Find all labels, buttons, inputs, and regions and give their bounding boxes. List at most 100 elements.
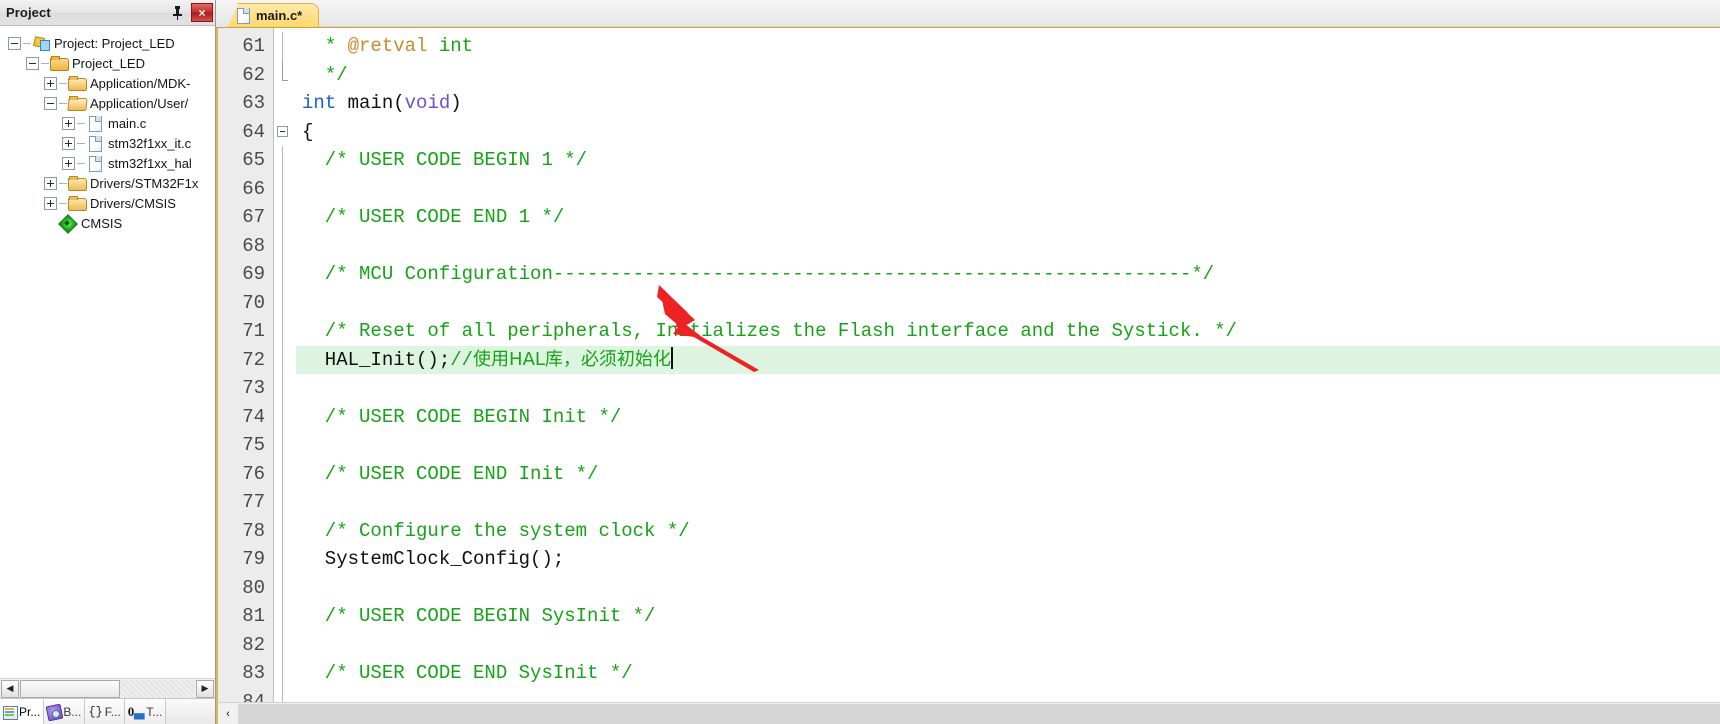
code-line[interactable]: SystemClock_Config(); bbox=[296, 545, 1720, 574]
line-number: 64 bbox=[242, 120, 265, 143]
scroll-track[interactable] bbox=[20, 679, 195, 698]
code-line[interactable]: /* Reset of all peripherals, Initializes… bbox=[296, 317, 1720, 346]
line-number: 77 bbox=[242, 491, 265, 513]
code-line[interactable]: { bbox=[296, 118, 1720, 147]
fold-guide-line bbox=[282, 687, 283, 702]
scroll-left-arrow-icon[interactable]: ◀ bbox=[1, 679, 19, 698]
code-token: /* USER CODE BEGIN 1 */ bbox=[302, 149, 588, 171]
fold-guide-line bbox=[282, 374, 283, 403]
tree-item-project-led[interactable]: Project_LED bbox=[0, 53, 215, 73]
project-tree-hscrollbar[interactable]: ◀ ▶ bbox=[0, 678, 215, 698]
expand-icon[interactable] bbox=[62, 156, 75, 170]
pane-tab-f[interactable]: {} F... bbox=[85, 699, 125, 724]
code-line[interactable]: * @retval int bbox=[296, 32, 1720, 61]
tree-item-project-project-led[interactable]: Project: Project_LED bbox=[0, 33, 215, 53]
code-line[interactable] bbox=[296, 175, 1720, 204]
fold-marker bbox=[274, 431, 296, 460]
scroll-right-arrow-icon[interactable]: ▶ bbox=[196, 679, 214, 698]
pane-tab-b[interactable]: B... bbox=[44, 699, 86, 724]
expand-icon[interactable] bbox=[44, 196, 57, 210]
tree-item-drivers-stm32f1x[interactable]: Drivers/STM32F1x bbox=[0, 173, 215, 193]
fold-guide-line bbox=[282, 573, 283, 602]
collapse-icon[interactable] bbox=[26, 56, 39, 70]
code-line[interactable] bbox=[296, 488, 1720, 517]
fold-guide-line bbox=[282, 516, 283, 545]
fold-marker bbox=[274, 288, 296, 317]
collapse-icon[interactable] bbox=[44, 96, 57, 110]
code-folding-column[interactable] bbox=[274, 28, 296, 702]
code-line[interactable]: int main(void) bbox=[296, 89, 1720, 118]
fold-marker bbox=[274, 659, 296, 688]
code-line[interactable] bbox=[296, 289, 1720, 318]
scroll-thumb[interactable] bbox=[20, 679, 120, 698]
fold-marker bbox=[274, 573, 296, 602]
pane-tab-t[interactable]: 0▃ T... bbox=[124, 699, 167, 724]
tree-item-main-c[interactable]: main.c bbox=[0, 113, 215, 133]
line-number: 67 bbox=[242, 206, 265, 228]
editor-scroll-left-icon[interactable]: ‹ bbox=[218, 703, 238, 724]
code-line-highlighted[interactable]: HAL_Init();//使用HAL库，必须初始化 bbox=[296, 345, 1720, 374]
fold-marker bbox=[274, 203, 296, 232]
project-icon bbox=[32, 36, 50, 51]
fold-marker bbox=[274, 345, 296, 374]
tree-guide-line bbox=[77, 122, 85, 124]
fold-marker bbox=[274, 146, 296, 175]
books-icon bbox=[47, 705, 61, 719]
tree-guide-line bbox=[41, 62, 49, 64]
fold-guide-line bbox=[282, 402, 283, 431]
code-line[interactable]: /* USER CODE BEGIN SysInit */ bbox=[296, 602, 1720, 631]
line-number-gutter: 61 62 63 64 65 66 67 68 69 70 71 72 73 74 75 76 77 78 79 80… bbox=[218, 28, 274, 702]
code-line[interactable] bbox=[296, 374, 1720, 403]
tree-item-application-mdk[interactable]: Application/MDK- bbox=[0, 73, 215, 93]
fold-guide-line bbox=[282, 231, 283, 260]
tree-item-application-user[interactable]: Application/User/ bbox=[0, 93, 215, 113]
line-number: 69 bbox=[242, 263, 265, 285]
code-line[interactable]: /* Configure the system clock */ bbox=[296, 517, 1720, 546]
fold-marker[interactable] bbox=[274, 118, 296, 147]
code-line[interactable] bbox=[296, 232, 1720, 261]
tree-item-cmsis[interactable]: CMSIS bbox=[0, 213, 215, 233]
code-token: 使用HAL库，必须初始化 bbox=[473, 348, 671, 370]
document-tabbar[interactable]: main.c* bbox=[216, 0, 1720, 28]
tree-item-stm32f1xx-hal[interactable]: stm32f1xx_hal bbox=[0, 153, 215, 173]
pin-icon[interactable] bbox=[167, 3, 187, 23]
code-text-area[interactable]: * @retval int */int main(void){ /* USER … bbox=[296, 28, 1720, 702]
code-line[interactable] bbox=[296, 574, 1720, 603]
project-tree[interactable]: Project: Project_LED Project_LED Applicati… bbox=[0, 26, 215, 678]
tree-item-label: Project_LED bbox=[72, 55, 145, 71]
code-line[interactable]: /* USER CODE BEGIN Init */ bbox=[296, 403, 1720, 432]
code-line[interactable] bbox=[296, 631, 1720, 660]
code-token: /* USER CODE BEGIN SysInit */ bbox=[302, 605, 656, 627]
expand-icon[interactable] bbox=[44, 76, 57, 90]
code-line[interactable]: /* MCU Configuration--------------------… bbox=[296, 260, 1720, 289]
tab-main-c[interactable]: main.c* bbox=[228, 3, 320, 27]
code-editor[interactable]: 61 62 63 64 65 66 67 68 69 70 71 72 73 74 75 76 77 78 79 80… bbox=[216, 28, 1720, 702]
fold-collapse-icon[interactable] bbox=[277, 125, 288, 137]
collapse-icon[interactable] bbox=[8, 36, 21, 50]
editor-scroll-track[interactable] bbox=[238, 703, 1720, 724]
expand-icon[interactable] bbox=[62, 116, 75, 130]
fold-marker bbox=[274, 60, 296, 90]
expand-icon[interactable] bbox=[62, 136, 75, 150]
project-pane-bottom-tabs[interactable]: Pr... B...{} F... 0▃ T... bbox=[0, 698, 215, 724]
fold-end-bracket bbox=[282, 60, 288, 81]
code-line[interactable] bbox=[296, 431, 1720, 460]
close-icon[interactable]: × bbox=[191, 3, 213, 22]
code-line[interactable]: /* USER CODE BEGIN 1 */ bbox=[296, 146, 1720, 175]
tree-item-stm32f1xx-it-c[interactable]: stm32f1xx_it.c bbox=[0, 133, 215, 153]
code-line[interactable]: */ bbox=[296, 61, 1720, 90]
code-line[interactable]: /* USER CODE END SysInit */ bbox=[296, 659, 1720, 688]
file-icon bbox=[86, 135, 104, 152]
code-token: void bbox=[404, 92, 451, 114]
folder-open-icon bbox=[68, 95, 86, 111]
code-line[interactable]: /* USER CODE END 1 */ bbox=[296, 203, 1720, 232]
code-line[interactable] bbox=[296, 688, 1720, 703]
tree-item-drivers-cmsis[interactable]: Drivers/CMSIS bbox=[0, 193, 215, 213]
code-line[interactable]: /* USER CODE END Init */ bbox=[296, 460, 1720, 489]
fold-guide-line bbox=[282, 345, 283, 374]
expand-icon[interactable] bbox=[44, 176, 57, 190]
fold-marker bbox=[274, 488, 296, 517]
fold-marker bbox=[274, 687, 296, 702]
pane-tab-pr[interactable]: Pr... bbox=[0, 699, 45, 724]
editor-hscrollbar[interactable]: ‹ bbox=[216, 702, 1720, 724]
